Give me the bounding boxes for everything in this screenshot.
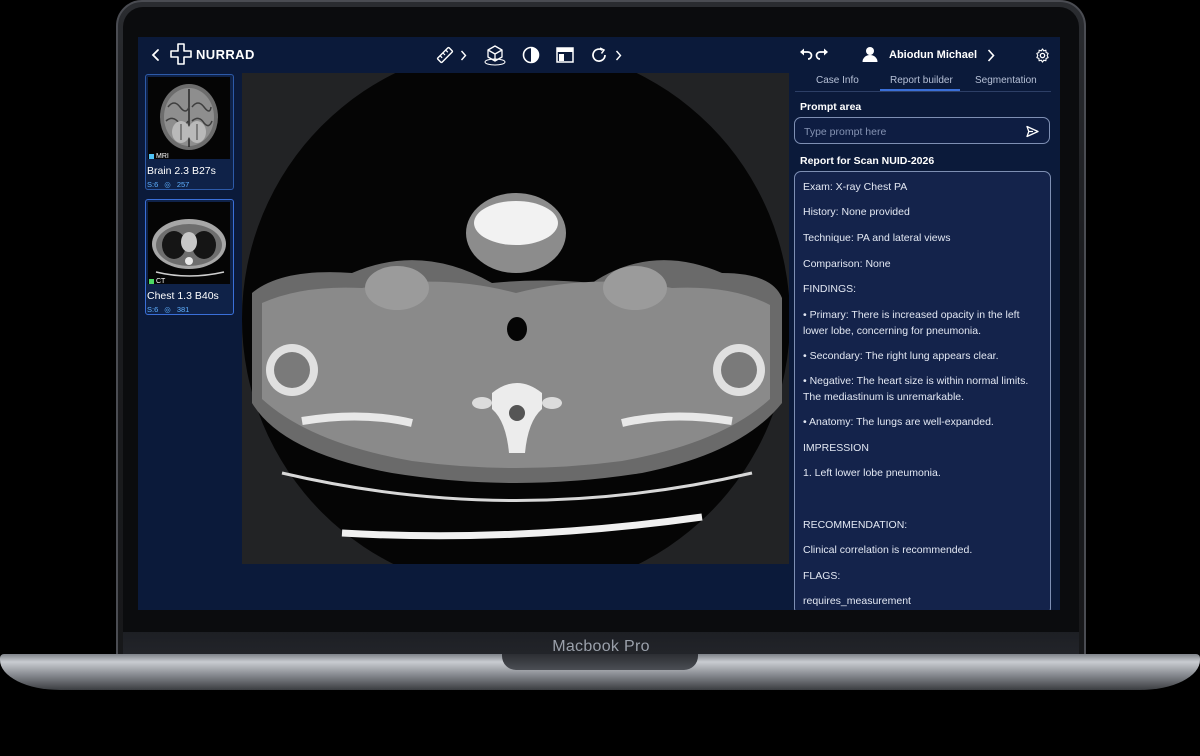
modality-label: MRI	[156, 153, 169, 160]
user-avatar-icon[interactable]	[861, 45, 879, 63]
layout-icon[interactable]	[555, 45, 575, 65]
prompt-input[interactable]	[802, 123, 1021, 140]
report-line: • Negative: The heart size is within nor…	[803, 375, 1029, 403]
prompt-box	[794, 117, 1050, 144]
modality-badge: CT	[149, 278, 165, 285]
rotate-icon[interactable]	[589, 45, 609, 65]
logo-icon	[170, 43, 192, 65]
report-line: RECOMMENDATION:	[803, 519, 908, 531]
image-viewport[interactable]	[242, 73, 789, 564]
series-label: S:6	[147, 305, 159, 314]
report-line: History: None provided	[803, 206, 910, 218]
logo-text: NURRAD	[196, 47, 255, 62]
series-title: Chest 1.3 B40s	[147, 290, 219, 302]
report-line: FLAGS:	[803, 570, 841, 582]
series-thumbnail-ct[interactable]: CT Chest 1.3 B40s S:6 ◎ 381	[145, 199, 234, 315]
series-title: Brain 2.3 B27s	[147, 165, 216, 177]
active-tab-indicator	[880, 89, 960, 91]
contrast-icon[interactable]	[521, 45, 541, 65]
report-line: Exam: X-ray Chest PA	[803, 181, 908, 193]
redo-icon[interactable]	[814, 45, 830, 63]
image-count: 257	[176, 180, 190, 189]
send-icon[interactable]	[1024, 123, 1040, 139]
layers-icon: ◎	[164, 180, 171, 189]
gear-icon[interactable]	[1033, 46, 1051, 64]
report-line: 1. Left lower lobe pneumonia.	[803, 467, 941, 479]
undo-icon[interactable]	[798, 45, 814, 63]
series-meta: S:6 ◎ 381	[147, 305, 189, 314]
series-label: S:6	[147, 180, 159, 189]
tab-report-builder[interactable]: Report builder	[890, 75, 953, 86]
tab-case-info[interactable]: Case Info	[816, 75, 859, 86]
app-screen: NURRAD Abiodun Michael MRI Brain 2.3 B27…	[138, 37, 1060, 610]
top-bar: NURRAD Abiodun Michael	[138, 37, 1060, 73]
report-line: FINDINGS:	[803, 283, 857, 295]
report-heading: Report for Scan NUID-2026	[800, 155, 935, 167]
report-text-area[interactable]: Exam: X-ray Chest PA History: None provi…	[794, 171, 1051, 610]
ct-chest-thumbnail-image	[148, 202, 230, 284]
series-thumbnail-mri[interactable]: MRI Brain 2.3 B27s S:6 ◎ 257	[145, 74, 234, 190]
report-line: Comparison: None	[803, 258, 891, 270]
report-line: • Secondary: The right lung appears clea…	[803, 350, 999, 362]
laptop-notch	[502, 654, 698, 670]
modality-color-swatch	[149, 279, 154, 284]
modality-badge: MRI	[149, 153, 169, 160]
modality-label: CT	[156, 278, 166, 285]
tab-segmentation[interactable]: Segmentation	[975, 75, 1037, 86]
modality-color-swatch	[149, 154, 154, 159]
panel-tabs: Case Info Report builder Segmentation	[795, 73, 1051, 92]
chevron-right-icon[interactable]	[613, 47, 623, 63]
back-chevron-icon[interactable]	[149, 46, 163, 64]
report-line: requires_measurement	[803, 595, 911, 607]
prompt-area-label: Prompt area	[800, 101, 862, 113]
chevron-right-icon[interactable]	[985, 46, 997, 64]
ct-scan-image	[242, 73, 789, 564]
cube-3d-icon[interactable]	[483, 43, 507, 67]
image-count: 381	[176, 305, 190, 314]
layers-icon: ◎	[164, 305, 171, 314]
mri-brain-thumbnail-image	[148, 77, 230, 159]
report-line: Clinical correlation is recommended.	[803, 544, 973, 556]
chevron-right-icon[interactable]	[458, 47, 468, 63]
series-meta: S:6 ◎ 257	[147, 180, 189, 189]
report-line: IMPRESSION	[803, 442, 869, 454]
report-line: • Anatomy: The lungs are well-expanded.	[803, 416, 994, 428]
report-line: • Primary: There is increased opacity in…	[803, 309, 1020, 337]
report-line: Technique: PA and lateral views	[803, 232, 951, 244]
user-name[interactable]: Abiodun Michael	[889, 49, 977, 61]
ruler-icon[interactable]	[435, 45, 455, 65]
